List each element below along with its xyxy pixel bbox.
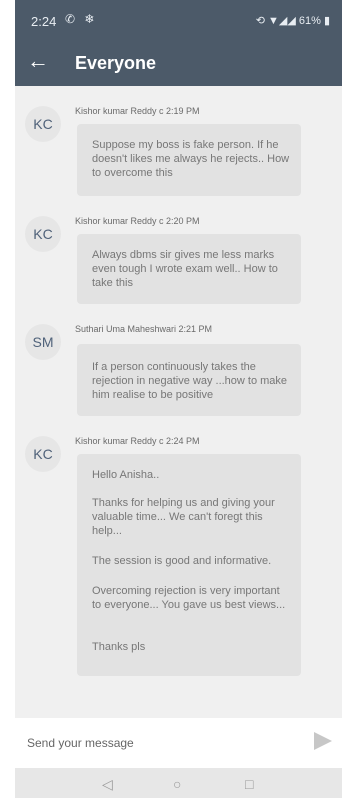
system-nav-bar: ◁ ○ □ [15, 768, 342, 798]
avatar: KC [25, 436, 61, 472]
send-icon[interactable] [314, 732, 332, 750]
message-text: Suppose my boss is fake person. If he do… [92, 139, 290, 179]
message-meta: Kishor kumar Reddy c 2:19 PM [75, 106, 200, 116]
message-meta: Kishor kumar Reddy c 2:24 PM [75, 436, 200, 446]
message-text: Always dbms sir gives me less marks even… [92, 249, 278, 289]
message-bubble: If a person continuously takes the rejec… [77, 344, 301, 416]
status-bar: 2:24 ✆ ❄ ⟲ ▼◢◢ 61% ▮ [15, 0, 342, 40]
status-time: 2:24 [31, 14, 57, 29]
message-input[interactable]: Send your message [27, 736, 134, 750]
message-bubble: Hello Anisha.. Thanks for helping us and… [77, 454, 301, 676]
message-bubble: Always dbms sir gives me less marks even… [77, 234, 301, 304]
status-battery-signal: ⟲ ▼◢◢ 61% ▮ [255, 15, 330, 27]
nav-home-icon[interactable]: ○ [173, 776, 181, 792]
back-arrow-icon[interactable]: ← [27, 50, 49, 72]
avatar: KC [25, 216, 61, 252]
message-bubble: Suppose my boss is fake person. If he do… [77, 124, 301, 196]
message-text: Overcoming rejection is very important t… [92, 585, 286, 611]
app-bar: ← Everyone [15, 40, 342, 86]
avatar: KC [25, 106, 61, 142]
nav-recents-icon[interactable]: □ [245, 776, 253, 792]
nav-back-icon[interactable]: ◁ [102, 776, 113, 793]
message-meta: Suthari Uma Maheshwari 2:21 PM [75, 324, 213, 334]
message-composer: Send your message [15, 718, 342, 768]
message-text: The session is good and informative. [92, 555, 272, 567]
message-text: If a person continuously takes the rejec… [92, 361, 288, 401]
chat-screen: 2:24 ✆ ❄ ⟲ ▼◢◢ 61% ▮ ← Everyone KC Kisho… [15, 0, 342, 798]
message-text: Hello Anisha.. [92, 469, 160, 481]
avatar: SM [25, 324, 61, 360]
status-notification-icons: ✆ ❄ [65, 12, 98, 26]
message-text: Thanks for helping us and giving your va… [92, 497, 275, 537]
chat-title: Everyone [75, 53, 157, 73]
message-meta: Kishor kumar Reddy c 2:20 PM [75, 216, 200, 226]
message-text: Thanks pls [92, 641, 146, 653]
